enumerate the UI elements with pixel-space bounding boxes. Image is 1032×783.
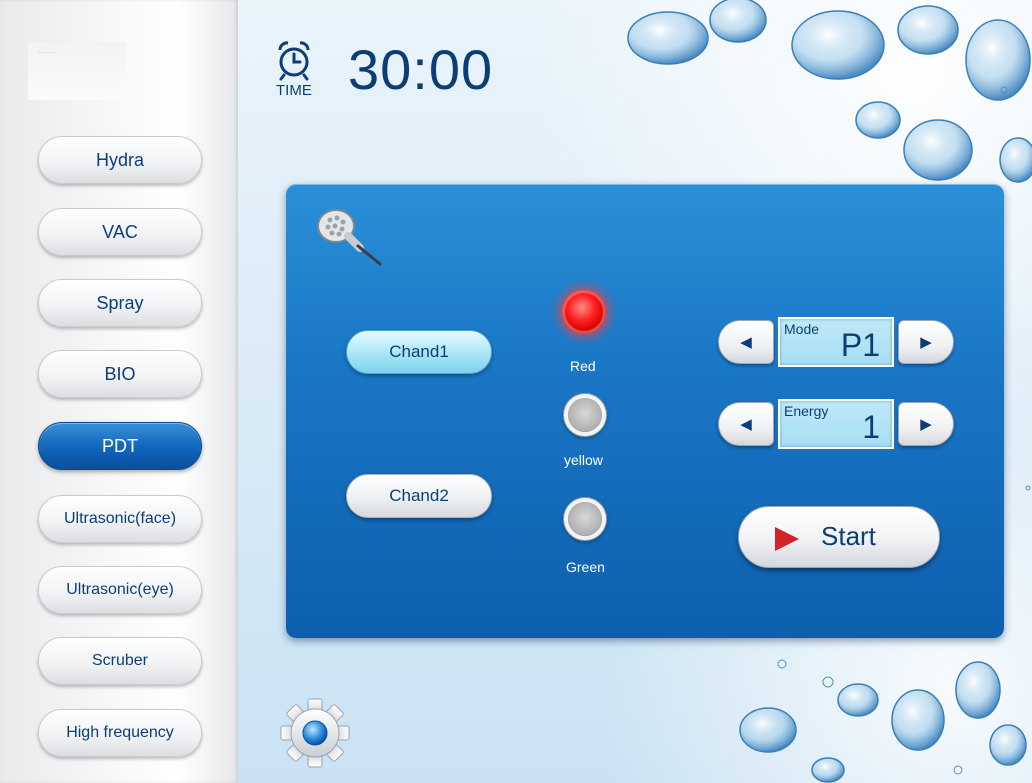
- timer-value: 30:00: [348, 38, 494, 101]
- energy-value: 1: [862, 409, 880, 445]
- play-icon: [775, 527, 799, 551]
- energy-caption: Energy: [784, 403, 829, 419]
- mode-decrease-button[interactable]: ◀: [718, 320, 774, 364]
- sidebar-item-spray[interactable]: Spray: [38, 279, 202, 327]
- sidebar: ····· Hydra VAC Spray BIO PDT Ultrasonic…: [0, 0, 238, 783]
- yellow-light-indicator[interactable]: [568, 398, 602, 432]
- pdt-control-panel: Chand1 Chand2 Red yellow Green ◀ Mode P1…: [286, 184, 1004, 638]
- mode-increase-button[interactable]: ▶: [898, 320, 954, 364]
- green-light-indicator[interactable]: [568, 502, 602, 536]
- sidebar-item-bio[interactable]: BIO: [38, 350, 202, 398]
- mode-display: Mode P1: [778, 317, 894, 367]
- gear-icon[interactable]: [278, 696, 352, 770]
- red-light-label: Red: [570, 358, 596, 374]
- chand2-button[interactable]: Chand2: [346, 474, 492, 518]
- start-button[interactable]: Start: [738, 506, 940, 568]
- main-area: TIME 30:00 Chand1 Chand2 Red yellow Gree…: [238, 0, 1032, 783]
- chevron-right-icon: ▶: [920, 334, 932, 351]
- energy-display: Energy 1: [778, 399, 894, 449]
- sidebar-item-ultrasonic-face[interactable]: Ultrasonic(face): [38, 495, 202, 543]
- green-light-label: Green: [566, 559, 605, 575]
- energy-increase-button[interactable]: ▶: [898, 402, 954, 446]
- yellow-light-label: yellow: [564, 452, 603, 468]
- sidebar-item-scruber[interactable]: Scruber: [38, 637, 202, 685]
- chevron-left-icon: ◀: [740, 416, 752, 433]
- mode-value: P1: [840, 327, 880, 363]
- chevron-right-icon: ▶: [920, 416, 932, 433]
- logo-dots: ·····: [38, 48, 57, 57]
- sidebar-item-vac[interactable]: VAC: [38, 208, 202, 256]
- sidebar-item-ultrasonic-eye[interactable]: Ultrasonic(eye): [38, 566, 202, 614]
- timer-label: TIME: [276, 82, 312, 99]
- sidebar-item-hydra[interactable]: Hydra: [38, 136, 202, 184]
- sidebar-item-high-frequency[interactable]: High frequency: [38, 709, 202, 757]
- sidebar-item-pdt[interactable]: PDT: [38, 422, 202, 470]
- led-handpiece-icon: [317, 209, 382, 266]
- start-label: Start: [821, 521, 876, 551]
- energy-decrease-button[interactable]: ◀: [718, 402, 774, 446]
- alarm-clock-icon: [278, 41, 310, 81]
- chand1-button[interactable]: Chand1: [346, 330, 492, 374]
- red-light-indicator[interactable]: [562, 290, 606, 334]
- mode-caption: Mode: [784, 321, 820, 337]
- chevron-left-icon: ◀: [740, 334, 752, 351]
